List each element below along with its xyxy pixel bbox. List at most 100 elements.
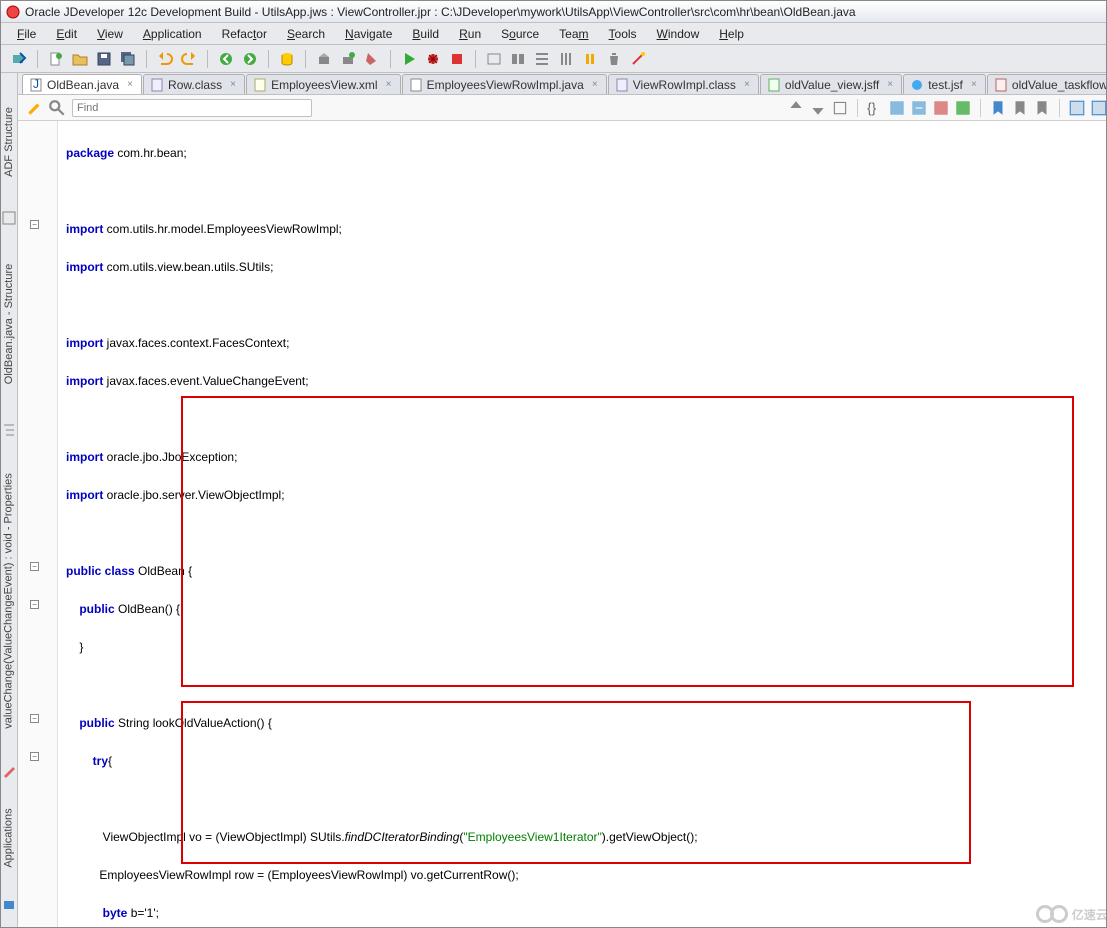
et-nav3-icon[interactable] — [831, 99, 849, 117]
titlebar: Oracle JDeveloper 12c Development Build … — [1, 1, 1106, 23]
menu-application[interactable]: Application — [133, 25, 212, 43]
fold-icon[interactable]: − — [30, 714, 39, 723]
stop-icon[interactable] — [447, 49, 467, 69]
debug-icon[interactable] — [423, 49, 443, 69]
apps-icon — [2, 897, 16, 911]
clean-icon[interactable] — [362, 49, 382, 69]
menu-run[interactable]: Run — [449, 25, 491, 43]
menu-window[interactable]: Window — [647, 25, 710, 43]
close-icon[interactable]: × — [885, 80, 895, 90]
tab-row[interactable]: Row.class× — [143, 74, 245, 94]
tb-misc3-icon[interactable] — [532, 49, 552, 69]
tb-misc4-icon[interactable] — [556, 49, 576, 69]
run-icon[interactable] — [399, 49, 419, 69]
tab-employeesview[interactable]: EmployeesView.xml× — [246, 74, 401, 94]
database-icon[interactable] — [277, 49, 297, 69]
et-nav2-icon[interactable] — [809, 99, 827, 117]
redo-icon[interactable] — [179, 49, 199, 69]
close-icon[interactable]: × — [969, 80, 979, 90]
separator — [268, 50, 269, 68]
fold-icon[interactable]: − — [30, 752, 39, 761]
menu-navigate[interactable]: Navigate — [335, 25, 402, 43]
build-icon[interactable] — [314, 49, 334, 69]
separator — [390, 50, 391, 68]
tab-taskflow[interactable]: oldValue_taskflow — [987, 74, 1106, 94]
gc-icon[interactable] — [604, 49, 624, 69]
rebuild-icon[interactable] — [338, 49, 358, 69]
watermark: 亿速云 — [1036, 905, 1106, 923]
close-icon[interactable]: × — [384, 80, 394, 90]
tb-misc2-icon[interactable] — [508, 49, 528, 69]
class-file-icon — [150, 78, 164, 92]
window-title: Oracle JDeveloper 12c Development Build … — [25, 5, 1102, 19]
close-icon[interactable]: × — [742, 80, 752, 90]
back-icon[interactable] — [216, 49, 236, 69]
separator — [207, 50, 208, 68]
highlight-icon[interactable] — [26, 99, 44, 117]
et-nav1-icon[interactable] — [787, 99, 805, 117]
svg-text:{}: {} — [867, 100, 877, 115]
menu-file[interactable]: File — [7, 25, 46, 43]
search-input[interactable] — [72, 99, 312, 117]
close-icon[interactable]: × — [125, 80, 135, 90]
bookmark-prev-icon[interactable] — [1033, 99, 1051, 117]
tab-test[interactable]: test.jsf× — [903, 74, 986, 94]
view1-icon[interactable] — [1068, 99, 1086, 117]
tab-employeesviewrowimpl[interactable]: EmployeesViewRowImpl.java× — [402, 74, 607, 94]
java-file-icon — [409, 78, 423, 92]
search-icon[interactable] — [48, 99, 66, 117]
forward-icon[interactable] — [240, 49, 260, 69]
rail-properties[interactable]: valueChange(ValueChangeEvent) : void - P… — [1, 441, 17, 761]
menu-view[interactable]: View — [87, 25, 133, 43]
close-icon[interactable]: × — [228, 80, 238, 90]
workspace: ADF Structure OldBean.java - Structure v… — [1, 73, 1106, 927]
tab-viewrowimpl[interactable]: ViewRowImpl.class× — [608, 74, 759, 94]
block1-icon[interactable] — [888, 99, 906, 117]
bookmark-icon[interactable] — [989, 99, 1007, 117]
block4-icon[interactable] — [954, 99, 972, 117]
open-icon[interactable] — [70, 49, 90, 69]
jsff-file-icon — [767, 78, 781, 92]
tabstrip: J OldBean.java × Row.class× EmployeesVie… — [18, 73, 1106, 95]
close-icon[interactable]: × — [590, 80, 600, 90]
menu-build[interactable]: Build — [402, 25, 449, 43]
menu-source[interactable]: Source — [491, 25, 549, 43]
separator — [146, 50, 147, 68]
main-toolbar — [1, 45, 1106, 73]
pause-icon[interactable] — [580, 49, 600, 69]
menu-refactor[interactable]: Refactor — [212, 25, 277, 43]
rail-file-structure[interactable]: OldBean.java - Structure — [1, 229, 17, 419]
undo-icon[interactable] — [155, 49, 175, 69]
save-all-icon[interactable] — [118, 49, 138, 69]
menu-help[interactable]: Help — [709, 25, 754, 43]
save-icon[interactable] — [94, 49, 114, 69]
jsf-file-icon — [910, 78, 924, 92]
fold-icon[interactable]: − — [30, 600, 39, 609]
rail-adf-structure[interactable]: ADF Structure — [1, 77, 17, 207]
tab-oldvalue-view[interactable]: oldValue_view.jsff× — [760, 74, 902, 94]
menu-search[interactable]: Search — [277, 25, 335, 43]
block2-icon[interactable] — [910, 99, 928, 117]
separator — [37, 50, 38, 68]
fold-icon[interactable]: − — [30, 220, 39, 229]
menu-tools[interactable]: Tools — [599, 25, 647, 43]
braces-icon[interactable]: {} — [866, 99, 884, 117]
separator — [305, 50, 306, 68]
new-icon[interactable] — [46, 49, 66, 69]
editor-toolbar: {} — [18, 95, 1106, 121]
gutter — [18, 121, 58, 927]
code-editor[interactable]: package com.hr.bean; −import com.utils.h… — [18, 121, 1106, 927]
tab-oldbean[interactable]: J OldBean.java × — [22, 74, 142, 94]
code-content[interactable]: package com.hr.bean; −import com.utils.h… — [58, 121, 1106, 927]
checkout-icon[interactable] — [9, 49, 29, 69]
view2-icon[interactable] — [1090, 99, 1106, 117]
block3-icon[interactable] — [932, 99, 950, 117]
menu-team[interactable]: Team — [549, 25, 598, 43]
rail-applications[interactable]: Applications — [1, 783, 17, 893]
bookmark-next-icon[interactable] — [1011, 99, 1029, 117]
menu-edit[interactable]: Edit — [46, 25, 87, 43]
left-rail: ADF Structure OldBean.java - Structure v… — [1, 73, 18, 927]
wand-icon[interactable] — [628, 49, 648, 69]
tb-misc1-icon[interactable] — [484, 49, 504, 69]
fold-icon[interactable]: − — [30, 562, 39, 571]
